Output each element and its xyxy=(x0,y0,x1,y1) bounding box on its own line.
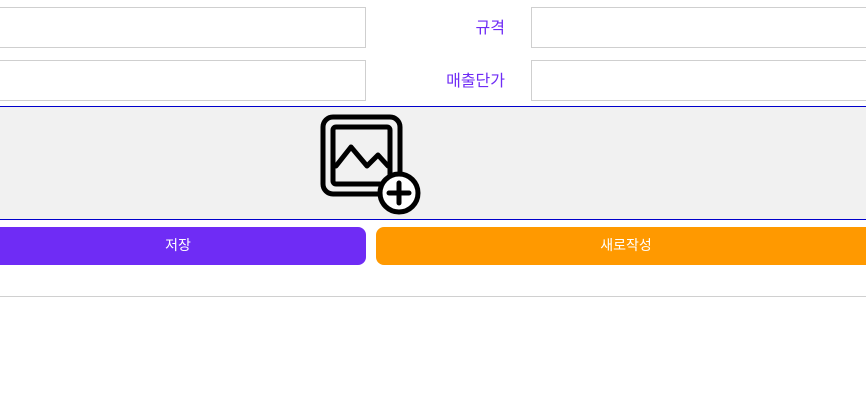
sales-price-input[interactable] xyxy=(531,60,866,101)
left-input-row2[interactable] xyxy=(0,60,366,101)
image-upload-area[interactable] xyxy=(0,106,866,220)
save-button[interactable]: 저장 xyxy=(0,227,366,265)
divider xyxy=(0,296,866,297)
sales-price-label: 매출단가 xyxy=(446,71,505,90)
left-input-row1[interactable] xyxy=(0,7,366,48)
new-entry-button[interactable]: 새로작성 xyxy=(376,227,866,265)
image-add-icon[interactable] xyxy=(320,114,422,216)
product-form: 규격 매출단가 저장 새로작성 xyxy=(0,0,866,418)
spec-input[interactable] xyxy=(531,7,866,48)
spec-label: 규격 xyxy=(475,18,505,37)
